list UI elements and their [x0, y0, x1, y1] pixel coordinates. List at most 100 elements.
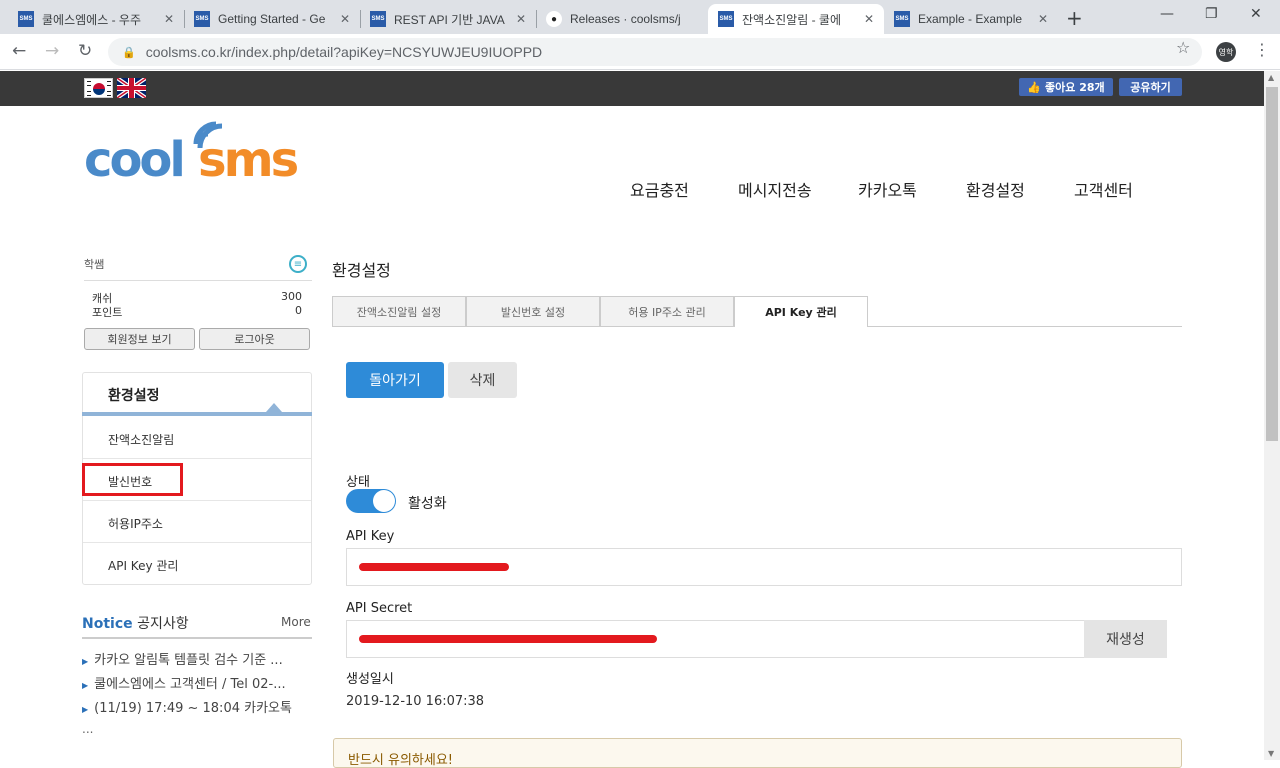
tab-title: Example - Example — [918, 12, 1023, 26]
highlight-box — [82, 463, 183, 496]
forward-icon[interactable]: → — [45, 41, 59, 61]
created-label: 생성일시 — [346, 672, 394, 687]
menu-accent-bar — [82, 412, 312, 416]
point-label: 포인트 — [92, 306, 123, 319]
browser-tab[interactable]: SMS Example - Example ✕ — [884, 4, 1058, 34]
redaction-mark — [359, 635, 657, 643]
fb-like-label: 좋아요 28개 — [1045, 81, 1105, 94]
lock-icon: 🔒 — [122, 46, 136, 59]
point-row: 포인트 0 — [92, 304, 302, 320]
notice-item[interactable]: ▶ 카카오 알림톡 템플릿 검수 기준 ... — [82, 649, 310, 668]
sidebar-item-balance-alert[interactable]: 잔액소진알림 — [108, 431, 174, 448]
notice-text: 카카오 알림톡 템플릿 검수 기준 ... — [94, 653, 283, 668]
sms-favicon-icon: SMS — [370, 11, 386, 27]
logo-text-sms: sms — [198, 132, 299, 188]
api-secret-field[interactable] — [346, 620, 1086, 658]
restore-icon[interactable]: ❐ — [1205, 6, 1218, 22]
notice-text: (11/19) 17:49 ~ 18:04 카카오톡 — [94, 701, 292, 716]
sms-favicon-icon: SMS — [894, 11, 910, 27]
document-icon[interactable]: ≡ — [289, 255, 307, 273]
sms-favicon-icon: SMS — [718, 11, 734, 27]
menu-caret-icon — [266, 403, 282, 412]
profile-avatar[interactable]: 영학 — [1216, 42, 1236, 62]
scrollbar-thumb[interactable] — [1266, 87, 1278, 441]
notice-text: 쿨에스엠에스 고객센터 / Tel 02-... — [94, 677, 286, 692]
page-title: 환경설정 — [332, 261, 391, 280]
nav-kakaotalk[interactable]: 카카오톡 — [858, 177, 917, 201]
browser-tab[interactable]: SMS Getting Started - Ge ✕ — [184, 4, 360, 34]
regenerate-button[interactable]: 재생성 — [1084, 620, 1167, 658]
created-value: 2019-12-10 16:07:38 — [346, 694, 485, 709]
nav-settings[interactable]: 환경설정 — [966, 177, 1025, 201]
browser-tab-strip: SMS 쿨에스엠에스 - 우주 ✕ SMS Getting Started - … — [0, 0, 1280, 34]
bullet-icon: ▶ — [82, 657, 89, 666]
scroll-up-icon[interactable]: ▲ — [1268, 73, 1274, 82]
browser-toolbar: ← → ↻ 🔒 coolsms.co.kr/index.php/detail?a… — [0, 34, 1280, 70]
status-toggle[interactable] — [346, 489, 396, 513]
settings-menu-title: 환경설정 — [108, 388, 160, 404]
close-window-icon[interactable]: ✕ — [1250, 6, 1262, 22]
reload-icon[interactable]: ↻ — [78, 41, 92, 61]
sms-favicon-icon: SMS — [18, 11, 34, 27]
divider — [84, 280, 312, 281]
close-icon[interactable]: ✕ — [340, 12, 350, 26]
page-scrollbar[interactable]: ▲ ▼ — [1264, 71, 1280, 760]
notice-ellipsis: ... — [82, 722, 94, 736]
tab-title: 잔액소진알림 - 쿨에 — [742, 12, 841, 27]
browser-menu-icon[interactable]: ⋮ — [1254, 40, 1270, 59]
browser-tab[interactable]: SMS REST API 기반 JAVA ✕ — [360, 4, 536, 34]
back-button[interactable]: 돌아가기 — [346, 362, 444, 398]
delete-button[interactable]: 삭제 — [448, 362, 517, 398]
point-value: 0 — [295, 304, 302, 317]
tab-sender-number-settings[interactable]: 발신번호 설정 — [466, 296, 600, 327]
status-value: 활성화 — [408, 496, 447, 512]
close-icon[interactable]: ✕ — [864, 12, 874, 26]
tab-title: Getting Started - Ge — [218, 12, 326, 26]
browser-tab[interactable]: SMS 쿨에스엠에스 - 우주 ✕ — [8, 4, 184, 34]
nav-customer-center[interactable]: 고객센터 — [1074, 177, 1133, 201]
notice-title-en: Notice — [82, 616, 133, 632]
user-name: 학쌤 — [84, 258, 105, 271]
uk-flag-icon[interactable] — [117, 78, 146, 98]
api-secret-label: API Secret — [346, 601, 413, 616]
bookmark-star-icon[interactable]: ☆ — [1176, 38, 1190, 57]
nav-charge[interactable]: 요금충전 — [630, 177, 689, 201]
view-profile-button[interactable]: 회원정보 보기 — [84, 328, 195, 350]
tab-balance-alert-settings[interactable]: 잔액소진알림 설정 — [332, 296, 466, 327]
api-key-label: API Key — [346, 529, 395, 544]
new-tab-icon[interactable]: + — [1066, 6, 1083, 30]
notice-item[interactable]: ▶ (11/19) 17:49 ~ 18:04 카카오톡 — [82, 697, 310, 716]
browser-tab-active[interactable]: SMS 잔액소진알림 - 쿨에 ✕ — [708, 4, 884, 34]
sidebar-item-allowed-ip[interactable]: 허용IP주소 — [108, 515, 163, 532]
scroll-down-icon[interactable]: ▼ — [1268, 749, 1274, 758]
facebook-like-button[interactable]: 👍 좋아요 28개 — [1019, 78, 1113, 96]
toggle-knob — [373, 490, 395, 512]
tab-title: 쿨에스엠에스 - 우주 — [42, 12, 141, 27]
bullet-icon: ▶ — [82, 681, 89, 690]
api-key-field[interactable] — [346, 548, 1182, 586]
coolsms-logo[interactable]: cool sms — [84, 108, 324, 188]
minimize-icon[interactable]: — — [1160, 6, 1174, 22]
warning-box: 반드시 유의하세요! — [333, 738, 1182, 768]
back-icon[interactable]: ← — [12, 41, 26, 61]
github-icon: ● — [546, 11, 562, 27]
sidebar-item-api-key[interactable]: API Key 관리 — [108, 557, 178, 574]
close-icon[interactable]: ✕ — [1038, 12, 1048, 26]
browser-tab[interactable]: ● Releases · coolsms/j — [536, 4, 710, 34]
address-bar[interactable]: 🔒 coolsms.co.kr/index.php/detail?apiKey=… — [108, 38, 1202, 66]
tab-title: REST API 기반 JAVA — [394, 12, 505, 27]
notice-heading: Notice 공지사항 — [82, 613, 189, 633]
notice-more-link[interactable]: More — [281, 615, 311, 629]
close-icon[interactable]: ✕ — [516, 12, 526, 26]
thumbs-up-icon: 👍 — [1027, 80, 1042, 94]
status-label: 상태 — [346, 475, 370, 490]
redaction-mark — [359, 563, 509, 571]
close-icon[interactable]: ✕ — [164, 12, 174, 26]
tab-api-key[interactable]: API Key 관리 — [734, 296, 868, 327]
notice-item[interactable]: ▶ 쿨에스엠에스 고객센터 / Tel 02-... — [82, 673, 310, 692]
facebook-share-button[interactable]: 공유하기 — [1119, 78, 1182, 96]
logout-button[interactable]: 로그아웃 — [199, 328, 310, 350]
nav-send-message[interactable]: 메시지전송 — [738, 177, 812, 201]
korean-flag-icon[interactable] — [84, 78, 113, 98]
tab-allowed-ip[interactable]: 허용 IP주소 관리 — [600, 296, 734, 327]
